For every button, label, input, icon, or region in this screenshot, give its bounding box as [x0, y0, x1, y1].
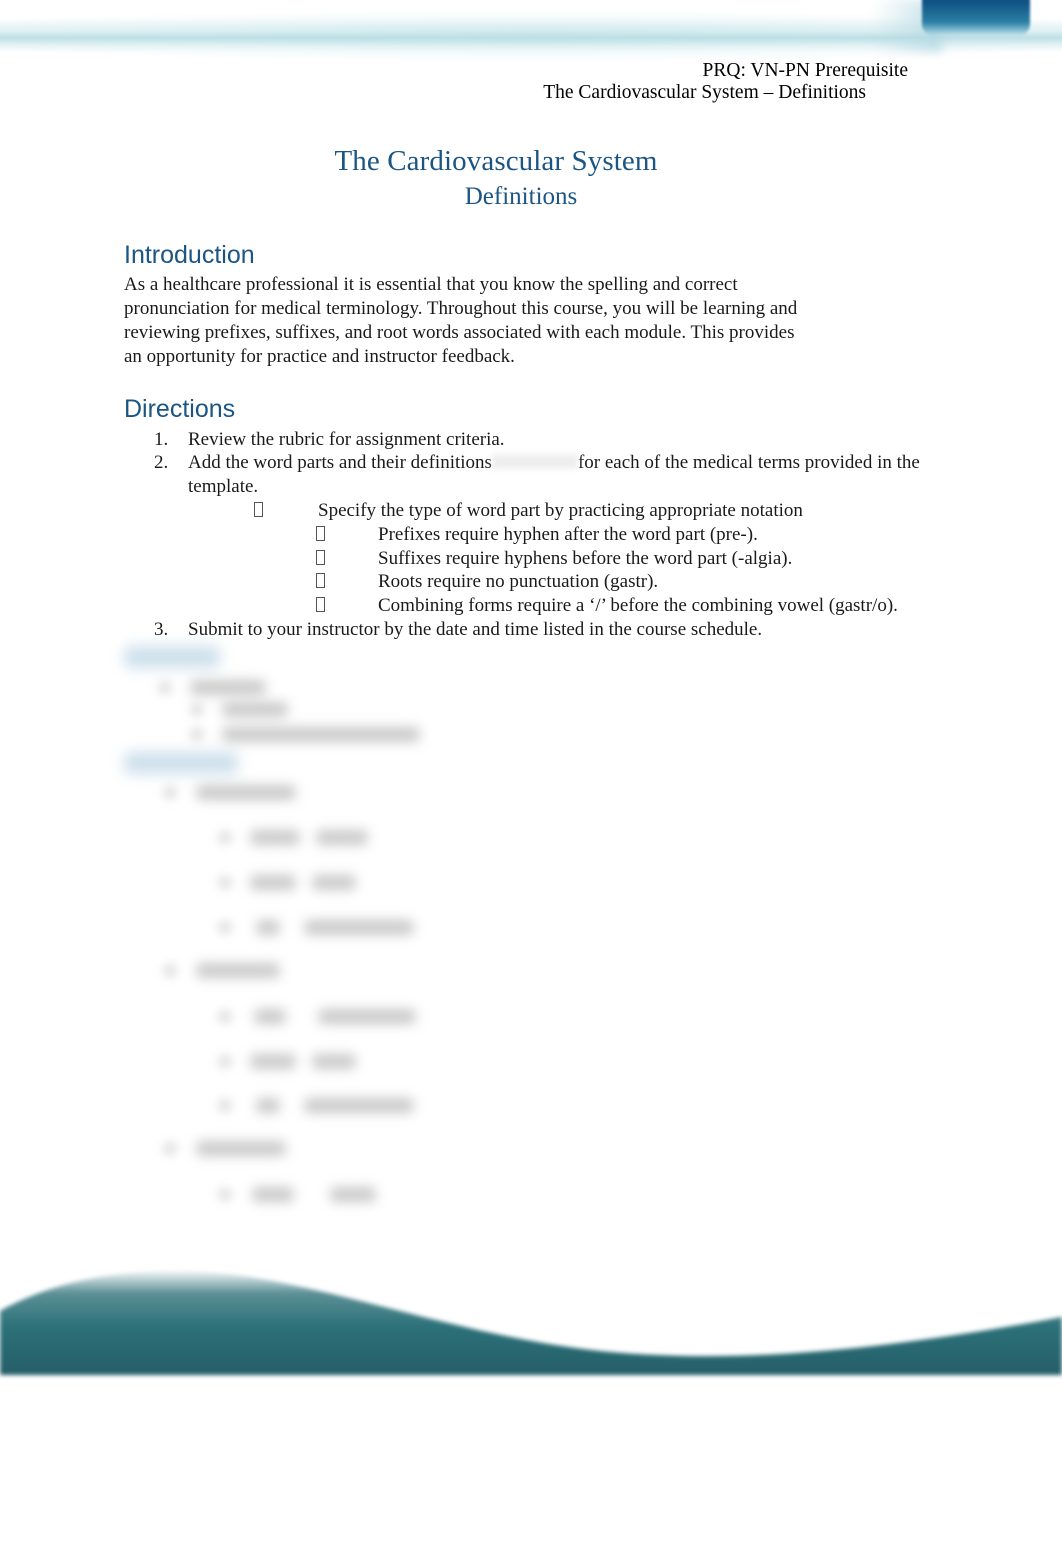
directions-sub-sub-list: Prefixes require hyphen after the word p… [188, 523, 934, 618]
section-heading-introduction: Introduction [124, 241, 255, 269]
sub-sub-bullet-text: Combining forms require a ‘/’ before the… [378, 595, 898, 617]
corner-accent-block [922, 0, 1030, 36]
redacted-text [196, 1141, 286, 1156]
list-marker: 2. [154, 452, 169, 474]
redacted-text [304, 1098, 414, 1113]
redacted-list-marker [190, 728, 204, 741]
missing-glyph-bullet-icon [316, 549, 325, 565]
redacted-list-marker [218, 1188, 232, 1201]
sub-sub-bullet-text: Suffixes require hyphens before the word… [378, 547, 793, 569]
redacted-text [190, 680, 266, 695]
running-header: PRQ: VN-PN Prerequisite The Cardiovascul… [0, 60, 908, 104]
sub-bullet-text: Specify the type of word part by practic… [318, 500, 803, 522]
redacted-text [256, 1098, 280, 1113]
list-item: Combining forms require a ‘/’ before the… [188, 594, 934, 618]
list-item: 3. Submit to your instructor by the date… [124, 618, 934, 642]
list-item: Suffixes require hyphens before the word… [188, 547, 934, 571]
document-page: PRQ: VN-PN Prerequisite The Cardiovascul… [0, 0, 1062, 1561]
redacted-inline-span [491, 454, 578, 470]
section-heading-directions: Directions [124, 395, 236, 424]
redacted-list-marker [163, 1142, 177, 1155]
introduction-paragraph: As a healthcare professional it is essen… [124, 274, 798, 367]
sub-sub-bullet-text: Prefixes require hyphen after the word p… [378, 523, 758, 545]
redacted-list-marker [163, 786, 177, 799]
redacted-list-marker [218, 831, 232, 844]
redacted-list-marker [218, 876, 232, 889]
directions-sub-list: Specify the type of word part by practic… [188, 499, 934, 523]
bottom-wave-decoration [0, 1255, 1062, 1375]
redacted-text [304, 920, 414, 935]
redacted-heading [124, 752, 238, 774]
missing-glyph-bullet-icon [316, 597, 325, 613]
redacted-text [222, 702, 288, 717]
redacted-list-marker [163, 964, 177, 977]
redacted-text [250, 875, 296, 890]
missing-glyph-bullet-icon [254, 502, 263, 518]
redacted-text [312, 1054, 356, 1069]
document-body: Introduction As a healthcare professiona… [124, 240, 934, 642]
missing-glyph-bullet-icon [316, 573, 325, 589]
missing-glyph-bullet-icon [316, 525, 325, 541]
page-title: The Cardiovascular System [334, 145, 658, 177]
directions-list: 1. Review the rubric for assignment crit… [124, 428, 934, 642]
redacted-text [196, 785, 296, 800]
redacted-text [250, 830, 300, 845]
redacted-list-marker [218, 921, 232, 934]
redacted-text [222, 727, 420, 742]
list-item: Specify the type of word part by practic… [188, 499, 934, 523]
list-item: Prefixes require hyphen after the word p… [188, 523, 934, 547]
redacted-text [250, 1054, 296, 1069]
sub-sub-bullet-text: Roots require no punctuation (gastr). [378, 571, 659, 593]
list-marker: 3. [154, 619, 169, 641]
list-item-text: Review the rubric for assignment criteri… [188, 428, 505, 450]
redacted-list-marker [190, 703, 204, 716]
redacted-text [316, 830, 368, 845]
redacted-list-marker [218, 1010, 232, 1023]
list-item: 1. Review the rubric for assignment crit… [124, 428, 934, 452]
list-item-text: Submit to your instructor by the date an… [188, 619, 763, 641]
redacted-text [318, 1009, 416, 1024]
list-item: Roots require no punctuation (gastr). [188, 570, 934, 594]
list-item-text-before-redaction: Add the word parts and their definitions [188, 452, 492, 474]
page-subtitle: Definitions [464, 183, 578, 210]
list-item: 2. Add the word parts and their definiti… [124, 451, 934, 618]
redacted-list-marker [158, 681, 172, 694]
redacted-text [330, 1187, 376, 1202]
redacted-list-marker [218, 1055, 232, 1068]
redacted-text [254, 1009, 286, 1024]
redacted-text [252, 1187, 294, 1202]
header-line-1: PRQ: VN-PN Prerequisite [702, 60, 908, 81]
redacted-text [312, 875, 356, 890]
header-line-2: The Cardiovascular System – Definitions [543, 81, 866, 103]
redacted-text [196, 963, 280, 978]
redacted-list-marker [218, 1099, 232, 1112]
redacted-text [256, 920, 280, 935]
redacted-heading [124, 646, 220, 668]
list-marker: 1. [154, 428, 169, 450]
